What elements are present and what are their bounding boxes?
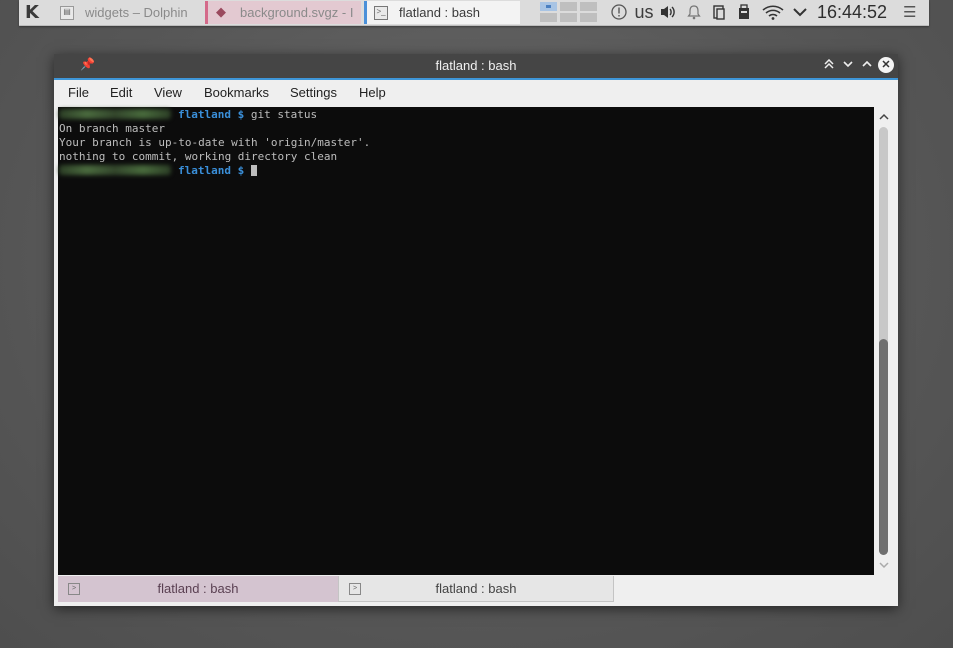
redacted-hostname (59, 165, 171, 175)
terminal-display[interactable]: flatland $ git status On branch master Y… (58, 107, 874, 575)
clock[interactable]: 16:44:52 (817, 0, 887, 25)
kde-launcher-icon[interactable]: K (21, 2, 43, 23)
clipboard-icon[interactable] (709, 0, 729, 25)
task-konsole[interactable]: >_ flatland : bash (364, 1, 520, 24)
command-text: git status (250, 108, 318, 121)
output-line: On branch master (59, 122, 165, 135)
menu-help[interactable]: Help (359, 80, 386, 106)
menu-view[interactable]: View (154, 80, 182, 106)
desktop-3[interactable] (580, 2, 597, 11)
session-tab-2[interactable]: > flatland : bash (338, 576, 614, 602)
prompt-line: flatland $ git status (59, 108, 317, 122)
panel-menu-icon[interactable]: ☰ (903, 0, 916, 25)
session-tabbar: > flatland : bash > flatland : bash (54, 576, 898, 606)
scroll-up-icon[interactable] (875, 111, 892, 125)
scrollbar-thumb[interactable] (879, 339, 888, 555)
prompt-path: flatland (178, 108, 231, 121)
task-inkscape[interactable]: ◆ background.svgz - I (205, 1, 361, 24)
terminal-icon: > (349, 583, 361, 595)
menu-bookmarks[interactable]: Bookmarks (204, 80, 269, 106)
close-icon[interactable]: ✕ (878, 57, 894, 73)
konsole-window: 📌 flatland : bash ✕ File Edit View Bookm… (54, 54, 898, 606)
desktop-1[interactable] (540, 2, 557, 11)
tab-label: flatland : bash (157, 581, 239, 596)
maximize-icon[interactable] (859, 57, 875, 73)
output-line: nothing to commit, working directory cle… (59, 150, 338, 163)
dolphin-icon: ▤ (60, 6, 74, 20)
desktop-5[interactable] (560, 13, 577, 22)
menubar: File Edit View Bookmarks Settings Help (54, 80, 898, 106)
desktop-4[interactable] (540, 13, 557, 22)
terminal-icon: > (68, 583, 80, 595)
inkscape-icon: ◆ (216, 4, 226, 19)
desktop-2[interactable] (560, 2, 577, 11)
window-titlebar[interactable]: 📌 flatland : bash ✕ (54, 54, 898, 78)
scroll-down-icon[interactable] (875, 559, 892, 573)
tab-label: flatland : bash (435, 581, 517, 596)
top-panel: K ▤ widgets – Dolphin ◆ background.svgz … (19, 0, 929, 26)
task-label: background.svgz - I (240, 5, 354, 20)
wifi-icon[interactable] (761, 0, 785, 25)
terminal-icon: >_ (374, 6, 388, 20)
output-line: Your branch is up-to-date with 'origin/m… (59, 136, 371, 149)
minimize-icon[interactable] (840, 57, 856, 73)
volume-icon[interactable] (657, 0, 679, 25)
text-cursor (250, 165, 257, 176)
prompt-line: flatland $ (59, 164, 257, 178)
menu-settings[interactable]: Settings (290, 80, 337, 106)
notifications-icon[interactable] (609, 0, 629, 25)
session-tab-1[interactable]: > flatland : bash (58, 576, 338, 602)
task-label: widgets – Dolphin (85, 5, 188, 20)
prompt-path: flatland (178, 164, 231, 177)
keep-above-icon[interactable] (821, 57, 837, 73)
redacted-hostname (59, 109, 171, 119)
keyboard-layout[interactable]: us (632, 0, 656, 25)
expand-tray-icon[interactable] (791, 0, 809, 25)
virtual-desktop-pager[interactable] (540, 2, 598, 23)
scrollbar-track[interactable] (879, 127, 888, 555)
task-dolphin[interactable]: ▤ widgets – Dolphin (53, 1, 221, 24)
bell-icon[interactable] (684, 0, 704, 25)
menu-edit[interactable]: Edit (110, 80, 132, 106)
desktop-6[interactable] (580, 13, 597, 22)
terminal-scrollbar[interactable] (875, 107, 892, 575)
menu-file[interactable]: File (68, 80, 89, 106)
removable-device-icon[interactable] (734, 0, 754, 25)
window-title: flatland : bash (435, 58, 517, 73)
task-label: flatland : bash (399, 5, 480, 20)
